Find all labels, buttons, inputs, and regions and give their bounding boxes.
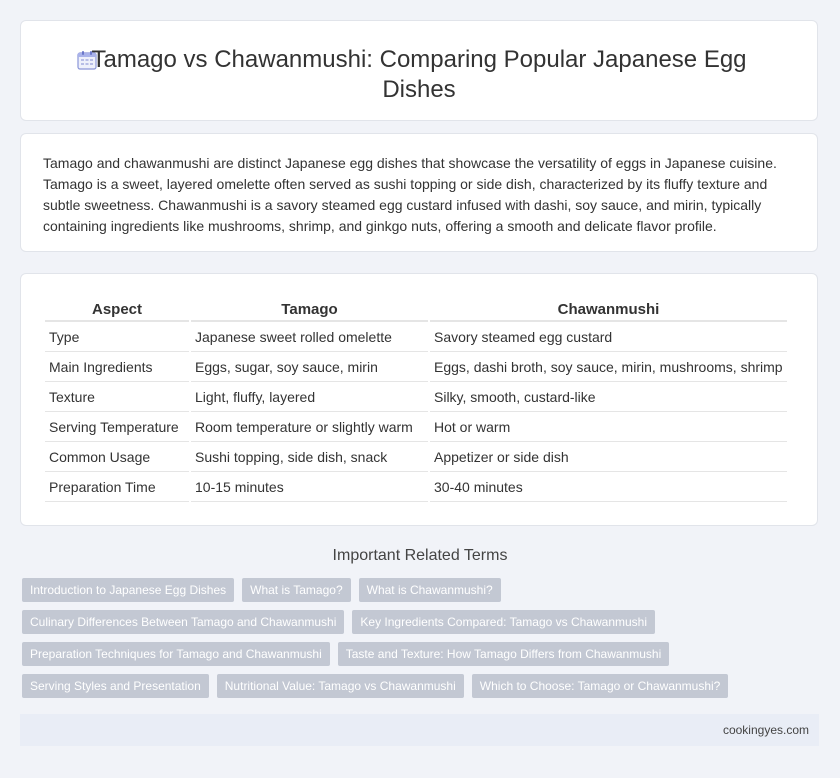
tag-row: Introduction to Japanese Egg Dishes What … [22, 578, 822, 602]
column-header-aspect: Aspect [45, 296, 189, 322]
page-title: Tamago vs Chawanmushi: Comparing Popular… [91, 46, 747, 103]
related-term-tag[interactable]: Taste and Texture: How Tamago Differs fr… [337, 642, 670, 666]
header-card: Tamago vs Chawanmushi: Comparing Popular… [20, 20, 818, 121]
table-cell: Serving Temperature [45, 412, 189, 442]
related-terms-tags: Introduction to Japanese Egg Dishes What … [22, 578, 822, 706]
intro-card: Tamago and chawanmushi are distinct Japa… [20, 133, 818, 252]
table-row: Common Usage Sushi topping, side dish, sn… [45, 442, 787, 472]
table-cell: 10-15 minutes [191, 472, 428, 502]
calendar-icon [77, 51, 97, 70]
related-term-tag[interactable]: Preparation Techniques for Tamago and Ch… [22, 642, 330, 666]
comparison-table: Aspect Tamago Chawanmushi Type Japanese s… [43, 296, 789, 502]
table-cell: 30-40 minutes [430, 472, 787, 502]
table-cell: Japanese sweet rolled omelette [191, 322, 428, 352]
table-cell: Silky, smooth, custard-like [430, 382, 787, 412]
footer-site-link[interactable]: cookingyes.com [723, 723, 809, 737]
table-cell: Room temperature or slightly warm [191, 412, 428, 442]
table-cell: Eggs, dashi broth, soy sauce, mirin, mus… [430, 352, 787, 382]
table-cell: Sushi topping, side dish, snack [191, 442, 428, 472]
related-term-tag[interactable]: Which to Choose: Tamago or Chawanmushi? [471, 674, 729, 698]
related-terms-title: Important Related Terms [332, 547, 508, 564]
table-cell: Savory steamed egg custard [430, 322, 787, 352]
comparison-card: Aspect Tamago Chawanmushi Type Japanese s… [20, 273, 818, 526]
table-cell: Appetizer or side dish [430, 442, 787, 472]
table-row: Serving Temperature Room temperature or s… [45, 412, 787, 442]
related-term-tag[interactable]: What is Chawanmushi? [358, 578, 501, 602]
table-cell: Main Ingredients [45, 352, 189, 382]
table-header-row: Aspect Tamago Chawanmushi [45, 296, 787, 322]
related-term-tag[interactable]: Serving Styles and Presentation [22, 674, 209, 698]
table-row: Texture Light, fluffy, layered Silky, smoo… [45, 382, 787, 412]
table-cell: Hot or warm [430, 412, 787, 442]
table-row: Preparation Time 10-15 minutes 30-40 minut… [45, 472, 787, 502]
table-cell: Texture [45, 382, 189, 412]
table-row: Main Ingredients Eggs, sugar, soy sauce, … [45, 352, 787, 382]
related-term-tag[interactable]: Culinary Differences Between Tamago and … [22, 610, 345, 634]
table-cell: Preparation Time [45, 472, 189, 502]
column-header-tamago: Tamago [191, 296, 428, 322]
tag-row: Serving Styles and Presentation Nutrition… [22, 674, 822, 698]
related-term-tag[interactable]: Nutritional Value: Tamago vs Chawanmushi [216, 674, 464, 698]
intro-text: Tamago and chawanmushi are distinct Japa… [43, 155, 777, 234]
related-term-tag[interactable]: What is Tamago? [242, 578, 351, 602]
related-term-tag[interactable]: Introduction to Japanese Egg Dishes [22, 578, 235, 602]
table-row: Type Japanese sweet rolled omelette Savory… [45, 322, 787, 352]
table-cell: Light, fluffy, layered [191, 382, 428, 412]
column-header-chawanmushi: Chawanmushi [430, 296, 787, 322]
tag-row: Preparation Techniques for Tamago and Ch… [22, 642, 822, 666]
table-cell: Eggs, sugar, soy sauce, mirin [191, 352, 428, 382]
table-cell: Common Usage [45, 442, 189, 472]
footer: cookingyes.com [20, 714, 819, 746]
related-term-tag[interactable]: Key Ingredients Compared: Tamago vs Chaw… [352, 610, 655, 634]
tag-row: Culinary Differences Between Tamago and … [22, 610, 822, 634]
table-cell: Type [45, 322, 189, 352]
